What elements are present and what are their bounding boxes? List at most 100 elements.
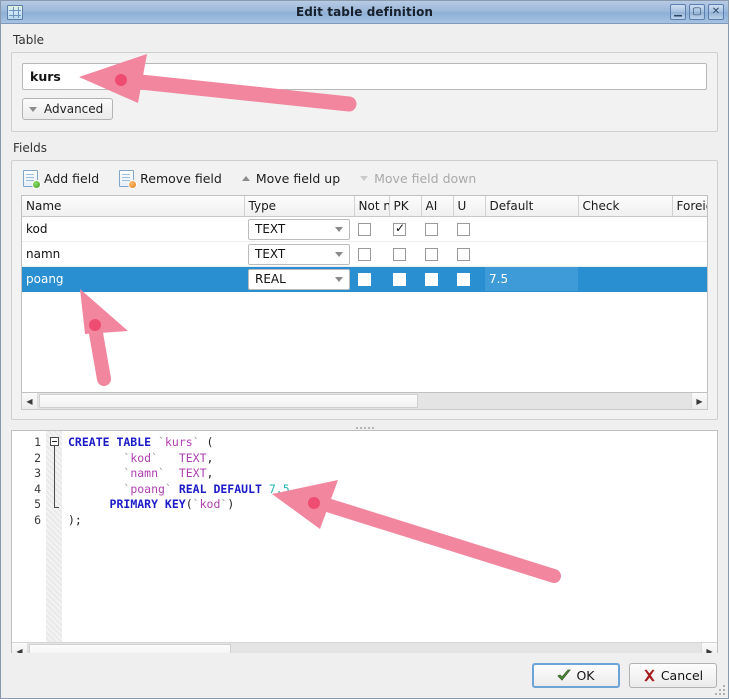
pk-checkbox[interactable] [393, 248, 406, 261]
red-x-icon [644, 669, 655, 682]
cell-foreign[interactable] [672, 241, 707, 267]
triangle-up-icon [241, 176, 250, 181]
maximize-icon: ▢ [692, 6, 702, 17]
unique-checkbox[interactable] [457, 273, 470, 286]
cell-name[interactable]: namn [22, 241, 244, 267]
cell-type[interactable]: REAL [244, 266, 354, 292]
unique-checkbox[interactable] [457, 248, 470, 261]
add-field-label: Add field [44, 171, 100, 186]
not-null-checkbox[interactable] [358, 248, 371, 261]
col-header-ai[interactable]: AI [421, 196, 454, 217]
cell-type[interactable]: TEXT [244, 216, 354, 242]
maximize-button[interactable]: ▢ [689, 4, 705, 20]
code-folding-column[interactable] [46, 431, 62, 642]
advanced-button-label: Advanced [44, 102, 104, 116]
cell-default[interactable] [485, 216, 578, 242]
window-controls: ▁ ▢ ✕ [670, 4, 724, 20]
cell-unique[interactable] [453, 216, 485, 242]
cell-check[interactable] [578, 216, 672, 242]
pk-checkbox[interactable] [393, 273, 406, 286]
line-number-gutter: 1 2 3 4 5 6 [12, 431, 46, 642]
cell-default[interactable] [485, 241, 578, 267]
cell-ai[interactable] [421, 266, 453, 292]
window-title: Edit table definition [295, 5, 434, 19]
cell-not-null[interactable] [354, 241, 389, 267]
fold-range-line [54, 446, 59, 508]
close-button[interactable]: ✕ [708, 4, 724, 20]
cell-unique[interactable] [453, 241, 485, 267]
cell-not-null[interactable] [354, 266, 389, 292]
table-row[interactable]: namn TEXT [22, 241, 707, 267]
col-header-name[interactable]: Name [22, 196, 245, 217]
move-field-up-button[interactable]: Move field up [240, 169, 350, 188]
cell-name[interactable]: kod [22, 216, 244, 242]
pk-checkbox[interactable] [393, 221, 406, 236]
sql-editor-body[interactable]: 1 2 3 4 5 6 CREATE TABLE `kurs` ( `kod` … [12, 431, 717, 642]
scroll-left-icon[interactable]: ◀ [22, 393, 38, 409]
move-field-down-button: Move field down [358, 169, 486, 188]
col-header-unique[interactable]: U [453, 196, 486, 217]
fields-toolbar: Add field Remove field Move field up Mov… [12, 161, 717, 195]
ok-button-label: OK [576, 668, 595, 683]
minimize-button[interactable]: ▁ [670, 4, 686, 20]
ok-button[interactable]: OK [532, 663, 620, 688]
cell-check[interactable] [578, 266, 672, 292]
cell-name[interactable]: poang [22, 266, 244, 292]
cell-not-null[interactable] [354, 216, 389, 242]
chevron-down-icon [335, 226, 343, 232]
cell-type[interactable]: TEXT [244, 241, 354, 267]
fields-rows: kod TEXT ✓ namn TEXT poang REAL 7.5 [22, 216, 707, 292]
window-resize-grip[interactable] [713, 683, 725, 695]
ai-checkbox[interactable] [425, 248, 438, 261]
col-header-foreign[interactable]: Foreign [672, 196, 707, 217]
fields-row-poang[interactable]: poang REAL 7.5 [22, 266, 707, 292]
scroll-right-icon[interactable]: ▶ [691, 393, 707, 409]
scroll-track[interactable] [38, 393, 691, 409]
col-header-default[interactable]: Default [485, 196, 579, 217]
scroll-thumb[interactable] [39, 394, 418, 408]
cell-foreign[interactable] [672, 216, 707, 242]
minimize-icon: ▁ [674, 6, 682, 17]
advanced-button[interactable]: Advanced [22, 98, 114, 120]
col-header-check[interactable]: Check [578, 196, 673, 217]
fields-horizontal-scrollbar[interactable]: ◀ ▶ [21, 393, 708, 410]
col-header-not-null[interactable]: Not n [354, 196, 390, 217]
cell-ai[interactable] [421, 216, 453, 242]
cell-default[interactable]: 7.5 [485, 266, 578, 292]
ai-checkbox[interactable] [425, 273, 438, 286]
not-null-checkbox[interactable] [358, 273, 371, 286]
table-group-box: Advanced [11, 52, 718, 132]
cell-check[interactable] [578, 241, 672, 267]
cell-pk[interactable] [389, 216, 421, 242]
table-row[interactable]: kod TEXT [22, 216, 707, 242]
fields-group-box: Add field Remove field Move field up Mov… [11, 160, 718, 420]
edit-table-definition-window: Edit table definition ▁ ▢ ✕ Table Advanc… [0, 0, 729, 699]
collapse-box-icon[interactable] [49, 437, 59, 446]
remove-field-button[interactable]: Remove field [117, 168, 232, 189]
chevron-down-icon [29, 106, 37, 112]
chevron-down-icon [335, 276, 343, 282]
type-value: TEXT [255, 247, 286, 261]
sql-editor[interactable]: 1 2 3 4 5 6 CREATE TABLE `kurs` ( `kod` … [11, 427, 718, 660]
sql-code[interactable]: CREATE TABLE `kurs` ( `kod` TEXT, `namn`… [62, 431, 717, 642]
resize-handle[interactable] [345, 425, 385, 431]
cell-unique[interactable] [453, 266, 485, 292]
fields-header-row: Name Type Not n PK AI U Default Check Fo… [22, 196, 707, 217]
window-titlebar: Edit table definition ▁ ▢ ✕ [1, 1, 728, 24]
unique-checkbox[interactable] [457, 223, 470, 236]
col-header-type[interactable]: Type [244, 196, 355, 217]
document-add-icon [23, 170, 41, 189]
add-field-button[interactable]: Add field [21, 168, 109, 189]
col-header-pk[interactable]: PK [389, 196, 422, 217]
cell-ai[interactable] [421, 241, 453, 267]
ai-checkbox[interactable] [425, 223, 438, 236]
cell-pk[interactable] [389, 241, 421, 267]
cancel-button[interactable]: Cancel [629, 663, 717, 688]
cell-foreign[interactable] [672, 266, 707, 292]
fields-table[interactable]: Name Type Not n PK AI U Default Check Fo… [21, 195, 708, 393]
line-number: 2 [34, 450, 41, 465]
table-name-input[interactable] [22, 63, 707, 90]
not-null-checkbox[interactable] [358, 223, 371, 236]
cell-pk[interactable] [389, 266, 421, 292]
line-number: 5 [34, 497, 41, 511]
